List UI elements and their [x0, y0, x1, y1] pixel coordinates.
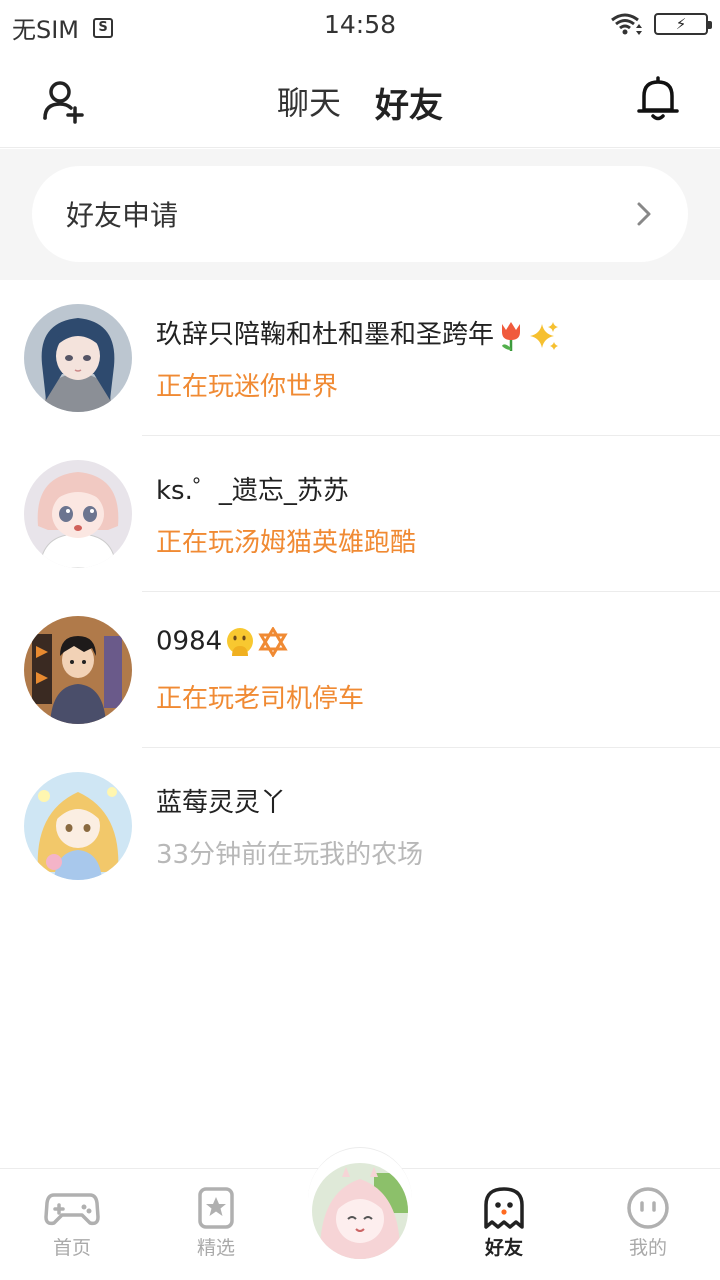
- nav-label-featured: 精选: [196, 1237, 235, 1259]
- battery-icon: ⚡: [654, 13, 712, 35]
- avatar: [24, 460, 132, 568]
- status-bar: 无SIM S 14:58 ⚡: [0, 0, 720, 52]
- friend-name: 玖辞只陪鞠和杜和墨和圣跨年: [156, 314, 560, 352]
- friend-request-label: 好友申请: [66, 199, 179, 232]
- nav-label-friends-text: 好友: [484, 1237, 523, 1259]
- friend-name-text: 0984: [156, 626, 223, 657]
- chevron-right-icon: [637, 202, 651, 226]
- tab-bar: 聊天 好友: [0, 78, 720, 159]
- friend-request-button[interactable]: 好友申请: [32, 166, 688, 262]
- friend-name: 蓝莓灵灵丫: [156, 788, 287, 818]
- gamepad-icon: [44, 1193, 100, 1226]
- avatar: [24, 304, 132, 412]
- tab-friends[interactable]: 好友: [375, 78, 443, 159]
- nav-item-me[interactable]: 我的: [598, 1185, 698, 1260]
- nav-label-home: 首页: [52, 1237, 91, 1259]
- nav-item-friends[interactable]: 好友: [454, 1185, 554, 1266]
- friend-name-text: 玖辞只陪鞠和杜和墨和圣跨年: [156, 320, 495, 350]
- friend-list-item[interactable]: ks.゜_遗忘_苏苏 正在玩汤姆猫英雄跑酷: [0, 436, 720, 592]
- ghost-icon: [484, 1187, 524, 1229]
- center-avatar-button[interactable]: [312, 1163, 408, 1259]
- friend-name: 0984: [156, 626, 288, 658]
- friend-list-item[interactable]: 0984 正在玩老司机停车: [0, 592, 720, 748]
- bottom-nav: 首页 精选 好友 我的: [0, 1147, 720, 1280]
- avatar: [24, 616, 132, 724]
- friend-list: 玖辞只陪鞠和杜和墨和圣跨年 正在玩迷你世界 ks.゜_遗忘_苏苏 正在玩汤姆猫英…: [0, 280, 720, 904]
- friend-list-item[interactable]: 玖辞只陪鞠和杜和墨和圣跨年 正在玩迷你世界: [0, 280, 720, 436]
- sparkles-icon: [530, 321, 559, 350]
- star-of-david-icon: [258, 627, 288, 657]
- friend-status: 正在玩老司机停车: [156, 684, 365, 714]
- wifi-icon: [611, 13, 642, 35]
- friend-status: 33分钟前在玩我的农场: [156, 840, 424, 870]
- tab-chat[interactable]: 聊天: [277, 78, 341, 127]
- bell-icon[interactable]: [636, 74, 680, 122]
- smiley-face-icon: [627, 1187, 669, 1229]
- star-bookmark-icon: [198, 1187, 234, 1229]
- nav-label-friends: 好友: [454, 1233, 554, 1266]
- avatar: [24, 772, 132, 880]
- friend-request-section: 好友申请: [0, 149, 720, 280]
- friend-list-item[interactable]: 蓝莓灵灵丫 33分钟前在玩我的农场: [0, 748, 720, 904]
- nav-item-featured[interactable]: 精选: [166, 1185, 266, 1260]
- friend-status: 正在玩迷你世界: [156, 372, 339, 402]
- face-with-hand-over-mouth-icon: [227, 628, 254, 656]
- nav-label-me: 我的: [628, 1237, 667, 1259]
- top-header: 聊天 好友: [0, 52, 720, 159]
- tab-friends-label: 好友: [375, 86, 443, 126]
- status-right: ⚡: [610, 12, 712, 36]
- tulip-icon: [502, 321, 521, 351]
- charging-bolt-icon: ⚡: [675, 15, 687, 33]
- friend-status: 正在玩汤姆猫英雄跑酷: [156, 528, 417, 558]
- friend-name: ks.゜_遗忘_苏苏: [156, 476, 349, 506]
- nav-item-home[interactable]: 首页: [22, 1185, 122, 1260]
